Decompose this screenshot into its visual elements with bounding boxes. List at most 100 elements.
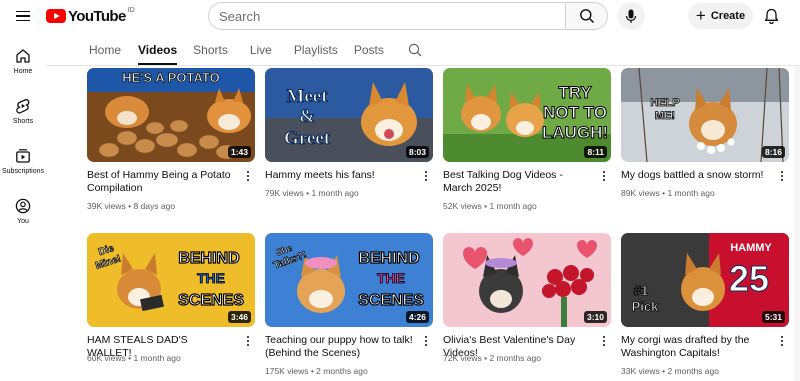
video-title[interactable]: My dogs battled a snow storm! — [621, 169, 769, 182]
notifications-button[interactable] — [759, 4, 783, 28]
sidebar-item-shorts[interactable]: Shorts — [0, 86, 46, 136]
sidebar-item-label: Home — [13, 67, 33, 75]
thumbnail-caption: THE — [197, 270, 225, 286]
more-actions-icon[interactable] — [600, 170, 608, 182]
upload-age: 2 months ago — [667, 366, 719, 376]
video-duration: 8:03 — [405, 146, 429, 158]
video-meta: 33K views • 2 months ago — [621, 366, 719, 376]
bell-icon — [764, 8, 778, 24]
scrollbar[interactable] — [794, 66, 800, 381]
logo-text: YouTube — [68, 7, 126, 25]
upload-age: 1 month ago — [489, 201, 537, 211]
logo-country-code: ID — [127, 6, 135, 14]
video-card[interactable]: Meet & Greet 8:03 Hammy meets his fans! … — [265, 68, 433, 198]
view-count: 39K views — [87, 201, 126, 211]
more-actions-icon[interactable] — [244, 335, 252, 347]
tabs-divider — [46, 65, 800, 66]
search-input[interactable] — [208, 2, 566, 30]
video-duration: 5:31 — [761, 311, 785, 323]
video-duration: 3:10 — [583, 311, 607, 323]
video-thumbnail[interactable]: TRY NOT TO LAUGH! 8:11 — [443, 68, 611, 162]
thumbnail-caption: TRY — [558, 83, 592, 102]
video-duration: 8:11 — [584, 146, 607, 158]
channel-search-button[interactable] — [408, 43, 422, 57]
more-actions-icon[interactable] — [422, 335, 430, 347]
sidebar-item-label: Shorts — [12, 117, 34, 125]
video-card[interactable]: HELP ME! 8:16 My dogs battled a snow sto… — [621, 68, 789, 198]
youtube-logo[interactable]: YouTube ID — [46, 6, 135, 26]
tab-live[interactable]: Live — [250, 38, 272, 62]
video-card[interactable]: HAMMY 25 #1 Pick 5:31 My corgi was draft… — [621, 233, 789, 376]
plus-icon: + — [695, 5, 706, 25]
video-title[interactable]: My corgi was drafted by the Washington C… — [621, 334, 769, 360]
video-meta: 72K views • 2 months ago — [443, 353, 541, 363]
view-count: 89K views — [621, 188, 660, 198]
create-button[interactable]: + Create — [688, 3, 753, 29]
video-card[interactable]: 3:10 Olivia's Best Valentine's Day Video… — [443, 233, 611, 363]
view-count: 72K views — [443, 353, 482, 363]
search-icon — [408, 43, 422, 57]
top-bar: YouTube ID + Create — [0, 0, 800, 34]
video-title[interactable]: Best of Hammy Being a Potato Compilation — [87, 169, 235, 195]
thumbnail-caption: BEHIND — [358, 250, 419, 267]
more-actions-icon[interactable] — [600, 335, 608, 347]
thumbnail-caption: Greet — [284, 128, 331, 149]
tab-shorts[interactable]: Shorts — [193, 38, 228, 62]
video-thumbnail[interactable]: HE'S A POTATO 1:43 — [87, 68, 255, 162]
video-duration: 8:16 — [761, 146, 785, 158]
video-meta: 79K views • 1 month ago — [265, 188, 359, 198]
sidebar-item-label: You — [17, 217, 29, 225]
microphone-icon — [625, 9, 637, 23]
youtube-play-icon — [46, 9, 66, 23]
tab-videos[interactable]: Videos — [138, 38, 178, 65]
tab-posts[interactable]: Posts — [354, 38, 384, 62]
video-meta: 60K views • 1 month ago — [87, 353, 181, 363]
thumbnail-caption: HE'S A POTATO — [122, 70, 219, 85]
tab-home[interactable]: Home — [89, 38, 121, 62]
search-button[interactable] — [565, 2, 608, 30]
video-thumbnail[interactable]: She Talks?! BEHIND THE SCENES 4:26 — [265, 233, 433, 327]
video-meta: 175K views • 2 months ago — [265, 366, 368, 376]
video-card[interactable]: She Talks?! BEHIND THE SCENES 4:26 Teach… — [265, 233, 433, 376]
menu-icon[interactable] — [12, 6, 34, 26]
upload-age: 8 days ago — [133, 201, 176, 211]
sidebar-item-label: Subscriptions — [1, 167, 45, 175]
channel-tabs: Home Videos Shorts Live Playlists Posts — [89, 38, 422, 65]
thumbnail-caption: NOT TO — [543, 103, 607, 122]
view-count: 60K views — [87, 353, 126, 363]
sidebar-item-subscriptions[interactable]: Subscriptions — [0, 136, 46, 186]
more-actions-icon[interactable] — [778, 335, 786, 347]
view-count: 33K views — [621, 366, 660, 376]
thumbnail-caption: Meet — [286, 86, 328, 107]
more-actions-icon[interactable] — [244, 170, 252, 182]
voice-search-button[interactable] — [617, 2, 645, 30]
sidebar: Home Shorts Subscriptions You — [0, 36, 46, 236]
more-actions-icon[interactable] — [778, 170, 786, 182]
thumbnail-caption: & — [299, 106, 315, 127]
home-icon — [16, 48, 30, 63]
view-count: 52K views — [443, 201, 482, 211]
upload-age: 1 month ago — [667, 188, 715, 198]
video-thumbnail[interactable]: HELP ME! 8:16 — [621, 68, 789, 162]
upload-age: 2 months ago — [316, 366, 368, 376]
thumbnail-caption: THE — [377, 270, 405, 286]
thumbnail-caption: HELP — [650, 97, 679, 109]
video-thumbnail[interactable]: HAMMY 25 #1 Pick 5:31 — [621, 233, 789, 327]
video-card[interactable]: HE'S A POTATO 1:43 Best of Hammy Being a… — [87, 68, 255, 211]
video-card[interactable]: TRY NOT TO LAUGH! 8:11 Best Talking Dog … — [443, 68, 611, 211]
sidebar-item-you[interactable]: You — [0, 186, 46, 236]
video-thumbnail[interactable]: 3:10 — [443, 233, 611, 327]
video-title[interactable]: Teaching our puppy how to talk! (Behind … — [265, 334, 413, 360]
sidebar-item-home[interactable]: Home — [0, 36, 46, 86]
video-title[interactable]: Hammy meets his fans! — [265, 169, 413, 182]
thumbnail-caption: Pick — [632, 299, 660, 314]
video-duration: 1:43 — [227, 146, 251, 158]
more-actions-icon[interactable] — [422, 170, 430, 182]
video-card[interactable]: Die Mine! BEHIND THE SCENES 3:46 HAM STE… — [87, 233, 255, 363]
tab-playlists[interactable]: Playlists — [294, 38, 338, 62]
video-thumbnail[interactable]: Die Mine! BEHIND THE SCENES 3:46 — [87, 233, 255, 327]
thumbnail-caption: HAMMY — [730, 242, 772, 254]
video-title[interactable]: Best Talking Dog Videos - March 2025! — [443, 169, 591, 195]
view-count: 79K views — [265, 188, 304, 198]
video-thumbnail[interactable]: Meet & Greet 8:03 — [265, 68, 433, 162]
